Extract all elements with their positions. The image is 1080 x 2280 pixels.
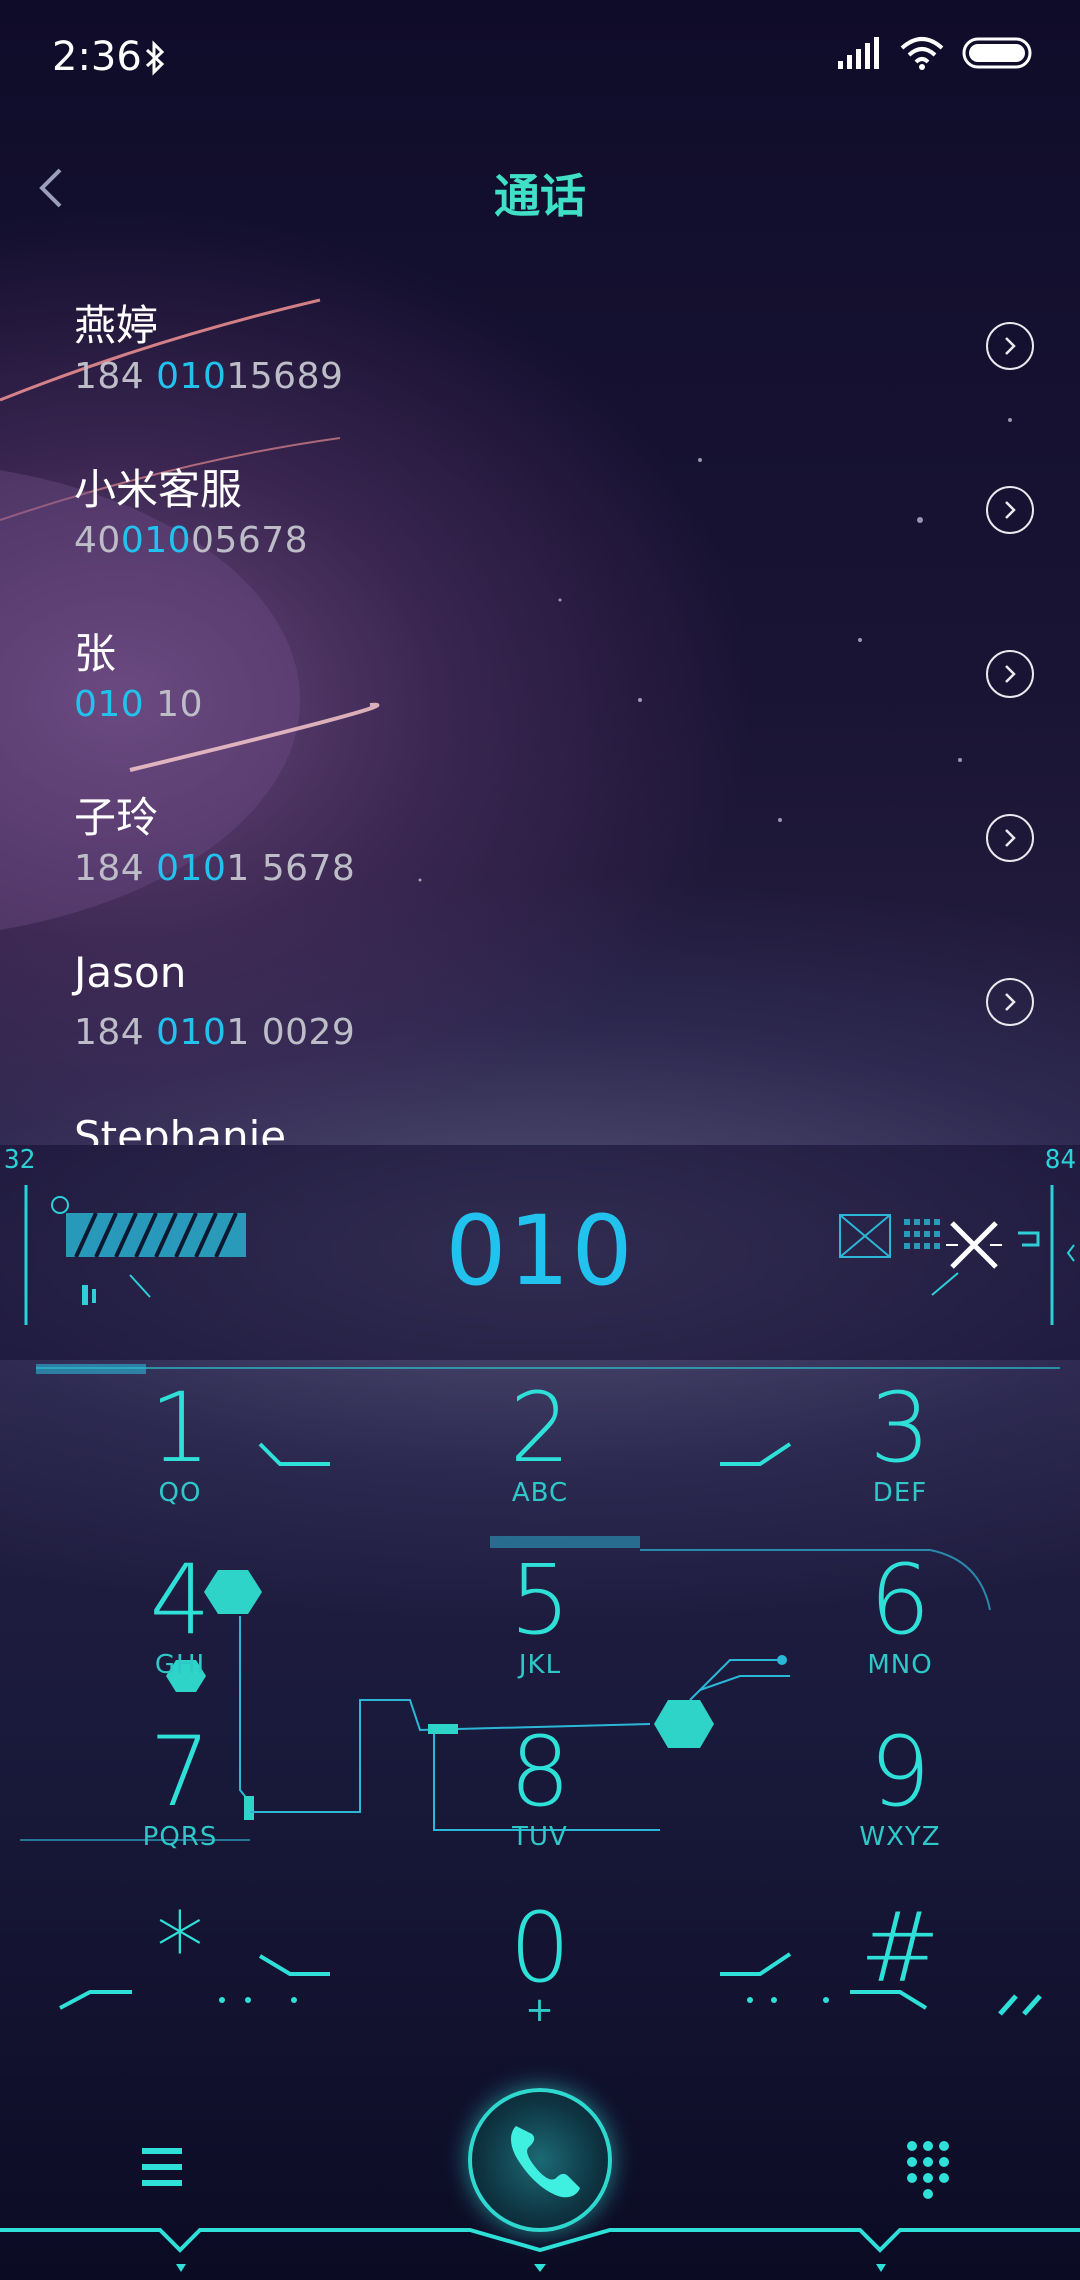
key-digit: 3 [869, 1372, 931, 1484]
contact-detail-button[interactable] [986, 322, 1034, 370]
contact-detail-button[interactable] [986, 486, 1034, 534]
chevron-right-icon [1005, 501, 1016, 519]
number-match-highlight: 010 [156, 1012, 227, 1053]
page-title: 通话 [494, 169, 586, 223]
number-segment: 10 [144, 684, 203, 725]
key-0[interactable]: 0 + [360, 1880, 720, 2050]
contact-number: 010 10 [74, 684, 203, 725]
key-6[interactable]: 6 MNO [720, 1532, 1080, 1702]
key-8[interactable]: 8 TUV [360, 1704, 720, 1874]
number-segment: 15689 [226, 356, 344, 397]
number-match-highlight: 010 [156, 848, 227, 889]
key-hash[interactable]: # [720, 1880, 1080, 2050]
dialer-display: 32 84 010 [0, 1145, 1080, 1360]
key-7[interactable]: 7 PQRS [0, 1704, 360, 1874]
call-button[interactable] [468, 2088, 612, 2232]
number-match-highlight: 010 [156, 356, 227, 397]
contact-name: 子玲 [74, 793, 159, 842]
contact-number: 184 0101 0029 [74, 1012, 355, 1053]
wifi-icon [900, 37, 944, 70]
contact-name: Jason [74, 948, 187, 997]
chevron-right-icon [1005, 337, 1016, 355]
key-digit: 9 [869, 1716, 931, 1828]
call-list-item[interactable]: 小米客服 4001005678 [0, 434, 1080, 598]
menu-icon[interactable] [128, 2130, 208, 2210]
call-list-item[interactable]: 子玲 184 0101 5678 [0, 762, 1080, 926]
bluetooth-icon [145, 40, 165, 76]
corner-label-left: 32 [4, 1145, 36, 1175]
chevron-right-icon [1005, 665, 1016, 683]
contact-number: 4001005678 [74, 520, 308, 561]
number-segment: 184 [74, 848, 157, 889]
key-digit: 0 [509, 1892, 571, 2004]
status-bar: 2:36 [0, 0, 1080, 110]
signal-icon [838, 37, 879, 69]
key-4[interactable]: 4 GHI [0, 1532, 360, 1702]
key-letters: + [525, 1990, 555, 2030]
key-letters: WXYZ [859, 1822, 941, 1852]
key-digit: 4 [149, 1544, 211, 1656]
keypad: 1 QO 2 ABC 3 DEF 4 GHI 5 JKL 6 MNO 7 PQRS 8 TUV 9 WXYZ * 0 +… [0, 1360, 1080, 2060]
call-list-item[interactable]: 燕婷 184 01015689 [0, 270, 1080, 434]
key-letters: GHI [154, 1650, 206, 1680]
number-segment: 40 [74, 520, 121, 561]
contact-name: 张 [74, 629, 117, 678]
contact-detail-button[interactable] [986, 978, 1034, 1026]
key-3[interactable]: 3 DEF [720, 1360, 1080, 1530]
call-list-item[interactable]: Stephanie [0, 1090, 1080, 1145]
battery-icon [962, 37, 1032, 69]
key-letters: MNO [867, 1650, 933, 1680]
status-time: 2:36 [52, 34, 142, 80]
key-letters: QO [158, 1478, 202, 1508]
chevron-right-icon [1005, 993, 1016, 1011]
key-letters: JKL [518, 1650, 562, 1680]
number-match-highlight: 010 [120, 520, 192, 561]
chevron-right-icon [1005, 829, 1016, 847]
contact-name: Stephanie [74, 1112, 287, 1145]
hud-right-decoration [839, 1185, 1075, 1325]
key-digit: 6 [869, 1544, 931, 1656]
key-star[interactable]: * [0, 1880, 360, 2050]
key-digit: 8 [509, 1716, 571, 1828]
key-digit: * [156, 1892, 204, 2004]
number-segment: 184 [74, 1012, 157, 1053]
contact-detail-button[interactable] [986, 650, 1034, 698]
dialpad-icon[interactable] [888, 2130, 968, 2210]
number-segment: 1 5678 [226, 848, 356, 889]
contact-number: 184 01015689 [74, 356, 343, 397]
call-list-item[interactable]: Jason 184 0101 0029 [0, 926, 1080, 1090]
key-digit: 1 [149, 1372, 211, 1484]
key-letters: PQRS [142, 1822, 218, 1852]
corner-label-right: 84 [1044, 1145, 1076, 1175]
key-9[interactable]: 9 WXYZ [720, 1704, 1080, 1874]
key-digit: 7 [149, 1716, 211, 1828]
number-segment: 184 [74, 356, 157, 397]
contact-number: 184 0101 5678 [74, 848, 355, 889]
number-segment: 1 0029 [226, 1012, 356, 1053]
clear-icon[interactable] [944, 1215, 1004, 1275]
key-digit: 5 [509, 1544, 571, 1656]
key-letters: ABC [511, 1478, 569, 1508]
key-1[interactable]: 1 QO [0, 1360, 360, 1530]
contact-detail-button[interactable] [986, 814, 1034, 862]
number-match-highlight: 010 [74, 684, 145, 725]
number-segment: 05678 [191, 520, 309, 561]
header: 通话 [0, 140, 1080, 240]
contact-name: 燕婷 [74, 301, 159, 350]
call-list: 燕婷 184 01015689 小米客服 4001005678 张 010 10 子玲 184… [0, 270, 1080, 1145]
key-5[interactable]: 5 JKL [360, 1532, 720, 1702]
key-2[interactable]: 2 ABC [360, 1360, 720, 1530]
key-letters: DEF [872, 1478, 928, 1508]
call-list-item[interactable]: 张 010 10 [0, 598, 1080, 762]
key-digit: 2 [509, 1372, 571, 1484]
phone-icon [511, 2126, 580, 2198]
contact-name: 小米客服 [74, 465, 243, 514]
key-digit: # [859, 1892, 941, 2004]
bottom-bar [0, 2070, 1080, 2280]
key-letters: TUV [512, 1822, 568, 1852]
